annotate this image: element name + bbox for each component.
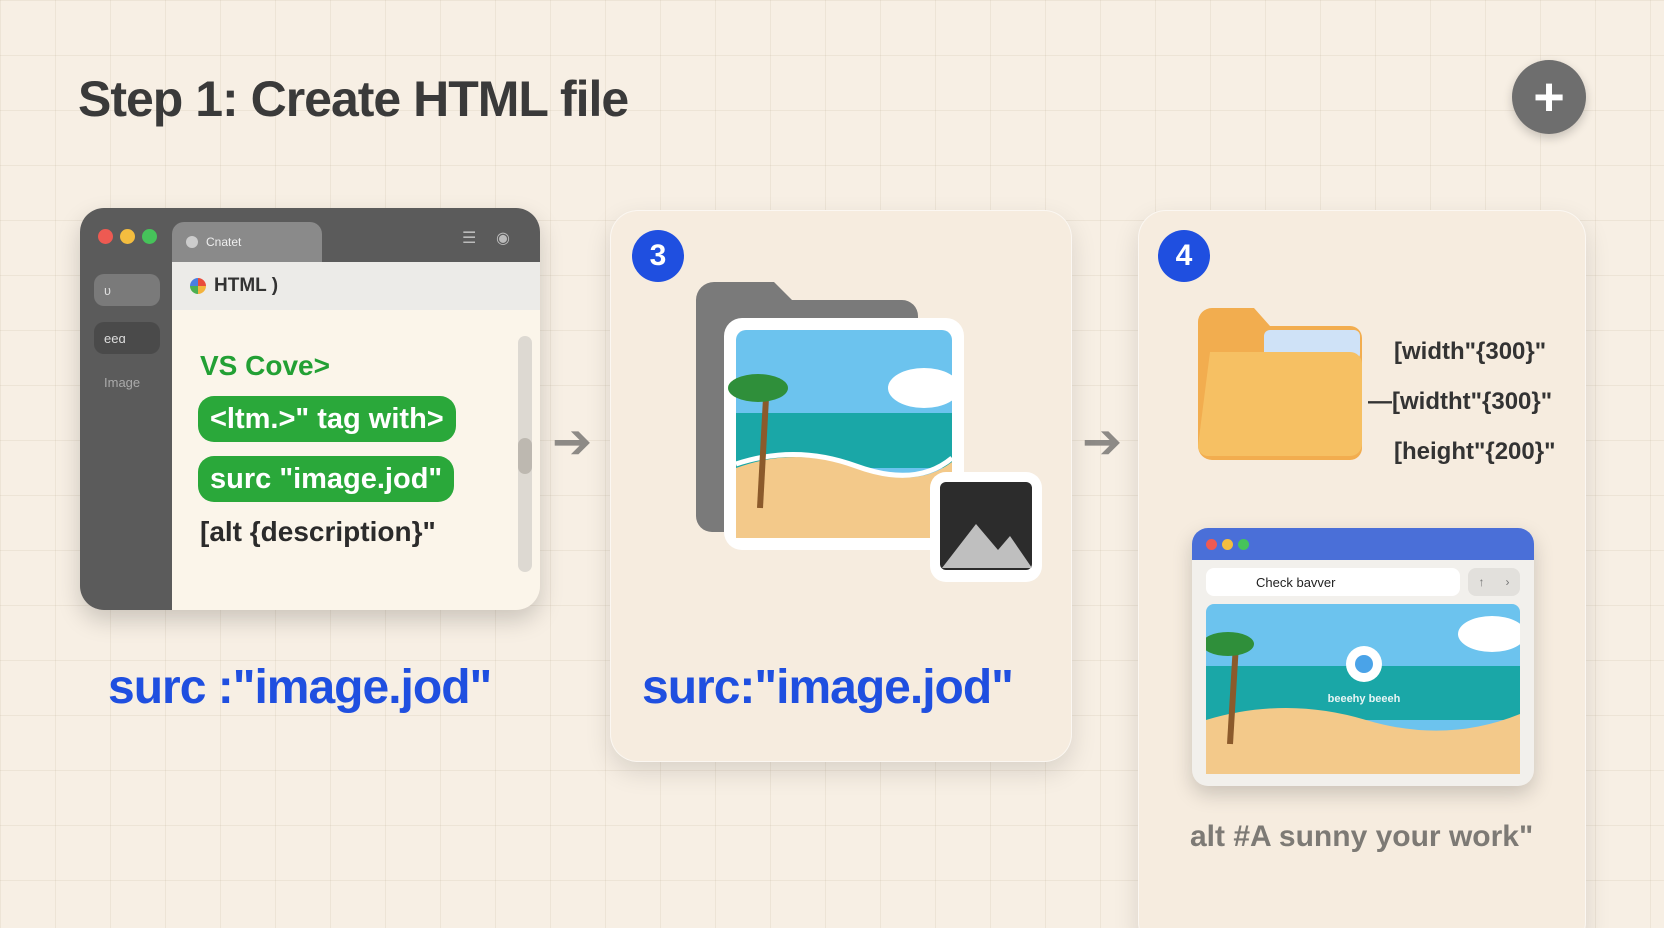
editor-tab[interactable]: Cnatet bbox=[172, 222, 322, 262]
close-window-dot[interactable] bbox=[98, 229, 113, 244]
folder-front bbox=[1198, 352, 1362, 456]
browser-address-bar[interactable]: Check bavver bbox=[1206, 568, 1460, 596]
palm-leaves bbox=[728, 374, 788, 402]
add-button[interactable]: + bbox=[1512, 60, 1586, 134]
settings-icon[interactable]: ◉ bbox=[496, 228, 510, 248]
editor-titlebar: Cnatet ☰ ◉ bbox=[80, 208, 540, 262]
arrow-right-icon: ➔ bbox=[1082, 416, 1123, 469]
attribute-width-2: —[widtht"{300}" bbox=[1368, 388, 1553, 415]
editor-sidebar: ʋ eeɑ Image bbox=[80, 262, 172, 610]
sidebar-item-2[interactable]: eeɑ bbox=[94, 322, 160, 354]
back-icon[interactable]: ↑ bbox=[1479, 575, 1485, 589]
file-tab-bar[interactable]: HTML ) bbox=[172, 262, 540, 310]
browser-preview: Check bavver ↑ › beeehy beeeh bbox=[1192, 528, 1534, 786]
tab-icon bbox=[186, 236, 198, 248]
forward-icon[interactable]: › bbox=[1506, 575, 1510, 589]
editor-scroll-thumb[interactable] bbox=[518, 438, 532, 474]
code-line-1: VS Cove> bbox=[200, 350, 330, 381]
arrow-right-icon: ➔ bbox=[552, 416, 593, 469]
code-line-2: <ltm.>" tag with> bbox=[198, 396, 456, 442]
editor-tab-label: Cnatet bbox=[206, 235, 242, 249]
sidebar-item-1[interactable]: ʋ bbox=[94, 274, 160, 306]
step-3-caption: surc:"image.jod" bbox=[642, 661, 1014, 714]
browser-max-dot[interactable] bbox=[1238, 539, 1249, 550]
cloud-shape bbox=[888, 368, 960, 408]
attribute-width-1: [width"{300}" bbox=[1394, 338, 1547, 365]
browser-image-caption: beeehy beeeh bbox=[1328, 693, 1401, 705]
browser-close-dot[interactable] bbox=[1206, 539, 1217, 550]
browser-nav-buttons[interactable]: ↑ › bbox=[1468, 568, 1520, 596]
minimize-window-dot[interactable] bbox=[120, 229, 135, 244]
browser-focus-dot bbox=[1355, 655, 1373, 673]
alt-caption: alt #A sunny your work" bbox=[1190, 820, 1534, 853]
code-line-4: [alt {description}" bbox=[200, 516, 436, 547]
editor-caption: surc :"image.jod" bbox=[108, 661, 492, 714]
browser-titlebar bbox=[1192, 528, 1534, 560]
folder-icon bbox=[1198, 308, 1362, 460]
step-4-badge: 4 bbox=[1158, 230, 1210, 282]
browser-address-text: Check bavver bbox=[1256, 574, 1336, 590]
step-3-badge: 3 bbox=[632, 230, 684, 282]
page-title: Step 1: Create HTML file bbox=[78, 71, 629, 127]
sidebar-item-image[interactable]: Image bbox=[94, 366, 160, 398]
file-label: HTML ) bbox=[214, 275, 279, 296]
browser-min-dot[interactable] bbox=[1222, 539, 1233, 550]
maximize-window-dot[interactable] bbox=[142, 229, 157, 244]
html-file-icon bbox=[190, 278, 206, 294]
browser-beach-image: beeehy beeeh bbox=[1206, 604, 1520, 774]
image-folder-illustration bbox=[696, 282, 1042, 582]
attribute-height: [height"{200}" bbox=[1394, 438, 1556, 465]
menu-icon[interactable]: ☰ bbox=[462, 228, 476, 248]
code-line-3: surc "image.jod" bbox=[198, 456, 455, 502]
